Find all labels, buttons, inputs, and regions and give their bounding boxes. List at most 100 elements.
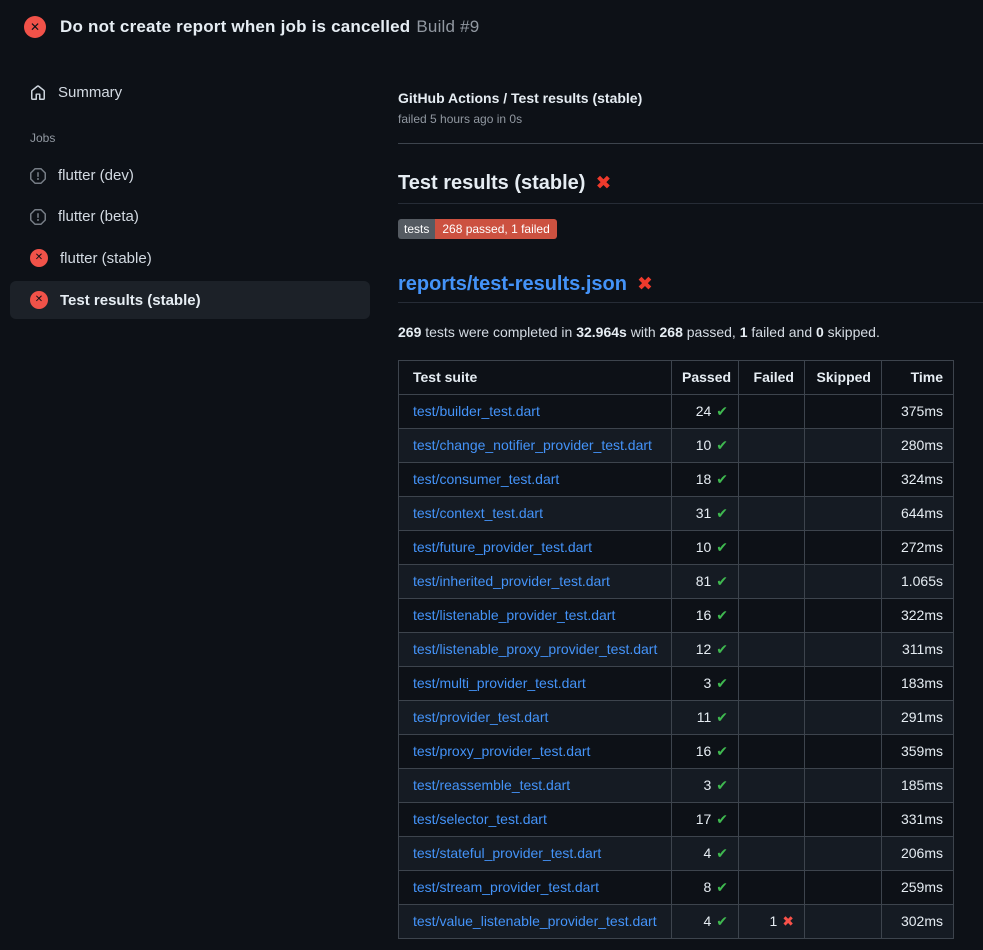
test-suite-link[interactable]: test/context_test.dart	[413, 505, 543, 521]
failed-cell	[739, 395, 805, 429]
skipped-cell	[805, 429, 882, 463]
test-suite-cell: test/proxy_provider_test.dart	[399, 735, 672, 769]
time-cell: 259ms	[882, 871, 954, 905]
test-suite-cell: test/multi_provider_test.dart	[399, 667, 672, 701]
time-cell: 322ms	[882, 599, 954, 633]
divider	[398, 143, 983, 144]
passed-cell: 10✔	[672, 429, 739, 463]
test-suite-link[interactable]: test/change_notifier_provider_test.dart	[413, 437, 652, 453]
check-run-breadcrumb: GitHub Actions / Test results (stable)	[398, 90, 983, 106]
sidebar-item-label: Summary	[58, 84, 122, 101]
table-row: test/builder_test.dart24✔375ms	[399, 395, 954, 429]
test-suite-cell: test/reassemble_test.dart	[399, 769, 672, 803]
test-suite-link[interactable]: test/value_listenable_provider_test.dart	[413, 913, 657, 929]
skipped-cell	[805, 497, 882, 531]
table-row: test/selector_test.dart17✔331ms	[399, 803, 954, 837]
time-cell: 375ms	[882, 395, 954, 429]
column-header-test-suite: Test suite	[399, 361, 672, 395]
passed-cell-value: 8	[703, 879, 711, 895]
table-row: test/provider_test.dart 11✔ 291ms	[399, 701, 954, 735]
skipped-cell	[805, 599, 882, 633]
time-cell: 291ms	[882, 701, 954, 735]
test-suite-link[interactable]: test/listenable_proxy_provider_test.dart	[413, 641, 657, 657]
test-suite-cell: test/change_notifier_provider_test.dart	[399, 429, 672, 463]
table-row: test/future_provider_test.dart10✔272ms	[399, 531, 954, 565]
table-row: test/inherited_provider_test.dart81✔1.06…	[399, 565, 954, 599]
badge-label: tests	[398, 219, 435, 239]
test-suite-cell: test/builder_test.dart	[399, 395, 672, 429]
cancelled-icon	[30, 168, 46, 184]
check-icon: ✔	[716, 641, 728, 657]
test-suite-link[interactable]: test/future_provider_test.dart	[413, 539, 592, 555]
passed-cell: 17✔	[672, 803, 739, 837]
failed-cell	[739, 803, 805, 837]
test-suite-link[interactable]: test/stateful_provider_test.dart	[413, 845, 601, 861]
skipped-cell	[805, 633, 882, 667]
test-suite-cell: test/context_test.dart	[399, 497, 672, 531]
build-number: Build #9	[416, 17, 479, 36]
test-suite-link[interactable]: test/multi_provider_test.dart	[413, 675, 586, 691]
skipped-cell	[805, 803, 882, 837]
build-title: Do not create report when job is cancell…	[60, 17, 410, 36]
test-suite-link[interactable]: test/consumer_test.dart	[413, 471, 559, 487]
report-file-link[interactable]: reports/test-results.json	[398, 273, 627, 295]
test-suite-cell: test/stream_provider_test.dart	[399, 871, 672, 905]
test-suite-cell: test/stateful_provider_test.dart	[399, 837, 672, 871]
test-suite-link[interactable]: test/reassemble_test.dart	[413, 777, 570, 793]
table-row: test/stateful_provider_test.dart4✔206ms	[399, 837, 954, 871]
total-count: 269	[398, 324, 421, 340]
check-icon: ✔	[716, 743, 728, 759]
failed-cell	[739, 463, 805, 497]
test-suite-cell: test/inherited_provider_test.dart	[399, 565, 672, 599]
passed-cell: 3✔	[672, 769, 739, 803]
failed-cell	[739, 837, 805, 871]
sidebar-item-flutter-beta[interactable]: flutter (beta)	[10, 198, 370, 235]
section-title-text: Test results (stable)	[398, 172, 585, 194]
passed-cell: 11✔	[672, 701, 739, 735]
check-icon: ✔	[716, 675, 728, 691]
test-suite-link[interactable]: test/builder_test.dart	[413, 403, 540, 419]
sidebar-item-test-results-stable[interactable]: ✕ Test results (stable)	[10, 281, 370, 319]
report-title: reports/test-results.json ✖	[398, 273, 983, 303]
summary-text: passed,	[683, 324, 740, 340]
time-cell: 1.065s	[882, 565, 954, 599]
failed-cell	[739, 735, 805, 769]
test-suite-link[interactable]: test/proxy_provider_test.dart	[413, 743, 590, 759]
failed-cell	[739, 667, 805, 701]
test-suite-link[interactable]: test/selector_test.dart	[413, 811, 547, 827]
failed-cell	[739, 599, 805, 633]
skipped-count: 0	[816, 324, 824, 340]
time-cell: 359ms	[882, 735, 954, 769]
results-table-body: test/builder_test.dart24✔375ms test/chang…	[399, 395, 954, 939]
passed-cell-value: 11	[697, 709, 712, 725]
time-cell: 272ms	[882, 531, 954, 565]
test-suite-link[interactable]: test/inherited_provider_test.dart	[413, 573, 610, 589]
table-header-row: Test suite Passed Failed Skipped Time	[399, 361, 954, 395]
passed-cell-value: 16	[696, 607, 712, 623]
test-suite-link[interactable]: test/listenable_provider_test.dart	[413, 607, 615, 623]
passed-cell-value: 18	[696, 471, 712, 487]
passed-cell: 3✔	[672, 667, 739, 701]
layout: Summary Jobs flutter (dev) flutter (beta…	[0, 38, 983, 939]
test-suite-link[interactable]: test/stream_provider_test.dart	[413, 879, 599, 895]
sidebar-item-label: Test results (stable)	[60, 292, 201, 309]
sidebar-item-flutter-dev[interactable]: flutter (dev)	[10, 157, 370, 194]
column-header-skipped: Skipped	[805, 361, 882, 395]
cross-mark-icon: ✖	[637, 274, 653, 295]
check-icon: ✔	[716, 471, 728, 487]
sidebar-item-flutter-stable[interactable]: ✕ flutter (stable)	[10, 239, 370, 277]
home-icon	[30, 85, 46, 101]
sidebar-item-summary[interactable]: Summary	[10, 74, 370, 111]
section-title: Test results (stable)✖	[398, 172, 983, 204]
duration: 32.964s	[576, 324, 627, 340]
skipped-cell	[805, 837, 882, 871]
time-cell: 302ms	[882, 905, 954, 939]
passed-cell-value: 10	[696, 437, 712, 453]
passed-cell-value: 81	[696, 573, 712, 589]
check-icon: ✔	[716, 777, 728, 793]
time-cell: 644ms	[882, 497, 954, 531]
passed-cell: 4✔	[672, 837, 739, 871]
failed-cell-value: 1	[769, 913, 777, 929]
passed-cell: 4✔	[672, 905, 739, 939]
test-suite-link[interactable]: test/provider_test.dart	[413, 709, 548, 725]
